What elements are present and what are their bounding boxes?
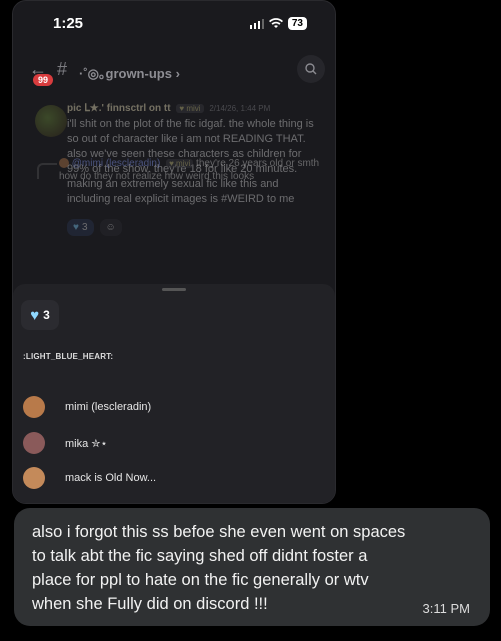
message-author[interactable]: pic ᒪ★.' finnsctrl on tt	[67, 103, 171, 114]
avatar	[23, 432, 45, 454]
reaction-tab[interactable]: ♥ 3	[21, 300, 59, 330]
bubble-line: place for ppl to hate on the fic general…	[32, 571, 369, 589]
hash-icon: #	[57, 59, 68, 79]
reactor-name: mack is Old Now...	[65, 472, 157, 484]
reply-preview[interactable]: @mimi (lescleradin) ♥ mivi they're 26 ye…	[59, 157, 329, 183]
reply-author: @mimi (lescleradin)	[71, 158, 161, 169]
status-icons: 73	[249, 17, 307, 30]
signal-icon	[249, 18, 264, 29]
smiley-icon: ☺	[105, 222, 116, 233]
sheet-handle[interactable]	[162, 288, 186, 291]
reactions-sheet: ♥ 3 :LIGHT_BLUE_HEART: mimi (lescleradin…	[13, 284, 335, 503]
message-line: i'll shit on the plot of the fic idgaf. …	[67, 118, 314, 130]
blue-heart-icon: ♥	[30, 306, 40, 324]
avatar	[23, 396, 45, 418]
message-line: so out of character like i am not READIN…	[67, 133, 306, 145]
bubble-line: to talk abt the fic saying shed off didn…	[32, 547, 368, 565]
reactor-row[interactable]: mack is Old Now...	[23, 467, 156, 489]
reply-connector	[37, 163, 57, 179]
message-bubble[interactable]: also i forgot this ss befoe she even wen…	[14, 508, 490, 626]
add-reaction-button[interactable]: ☺	[99, 219, 122, 236]
status-bar: 1:25 73	[13, 1, 335, 41]
channel-name[interactable]: ·˚◎｡grown-ups ›	[79, 63, 180, 82]
chevron-right-icon: ›	[175, 66, 180, 81]
bubble-timestamp: 3:11 PM	[422, 601, 470, 616]
wifi-icon	[268, 18, 283, 28]
avatar[interactable]	[35, 105, 67, 137]
screenshot-frame: 1:25 73 ← 99 # ·˚◎｡grown-ups › pic ᒪ★.' …	[12, 0, 336, 504]
user-tag: ♥ mivi	[166, 159, 194, 168]
reply-avatar	[59, 158, 69, 169]
battery-indicator: 73	[287, 17, 307, 30]
reactor-row[interactable]: mimi (lescleradin)	[23, 396, 151, 418]
reaction-row: ♥ 3 ☺	[67, 219, 122, 236]
reactor-row[interactable]: mika ✮⋆	[23, 432, 107, 454]
emoji-name: :LIGHT_BLUE_HEART:	[23, 352, 114, 361]
reactor-name: mika ✮⋆	[65, 437, 108, 450]
channel-header: ← 99 # ·˚◎｡grown-ups ›	[13, 49, 335, 89]
reaction-tab-count: 3	[43, 308, 50, 322]
message-header: pic ᒪ★.' finnsctrl on tt ♥ mivi 2/14/26,…	[67, 103, 270, 114]
message-timestamp: 2/14/26, 1:44 PM	[209, 104, 271, 113]
bubble-line: also i forgot this ss befoe she even wen…	[32, 523, 406, 541]
status-time: 1:25	[53, 15, 84, 32]
unread-badge: 99	[33, 74, 54, 86]
user-tag: ♥ mivi	[176, 104, 204, 113]
reaction-chip[interactable]: ♥ 3	[67, 219, 94, 236]
bubble-text: also i forgot this ss befoe she even wen…	[32, 520, 472, 616]
blue-heart-icon: ♥	[73, 222, 79, 233]
bubble-line: when she Fully did on discord !!!	[32, 595, 268, 613]
reactor-name: mimi (lescleradin)	[65, 401, 152, 413]
avatar	[23, 467, 45, 489]
heart-icon: ♥	[179, 104, 185, 113]
heart-icon: ♥	[169, 159, 174, 168]
search-icon[interactable]	[297, 55, 325, 83]
message-line: including real explicit images is #WEIRD…	[67, 193, 295, 205]
